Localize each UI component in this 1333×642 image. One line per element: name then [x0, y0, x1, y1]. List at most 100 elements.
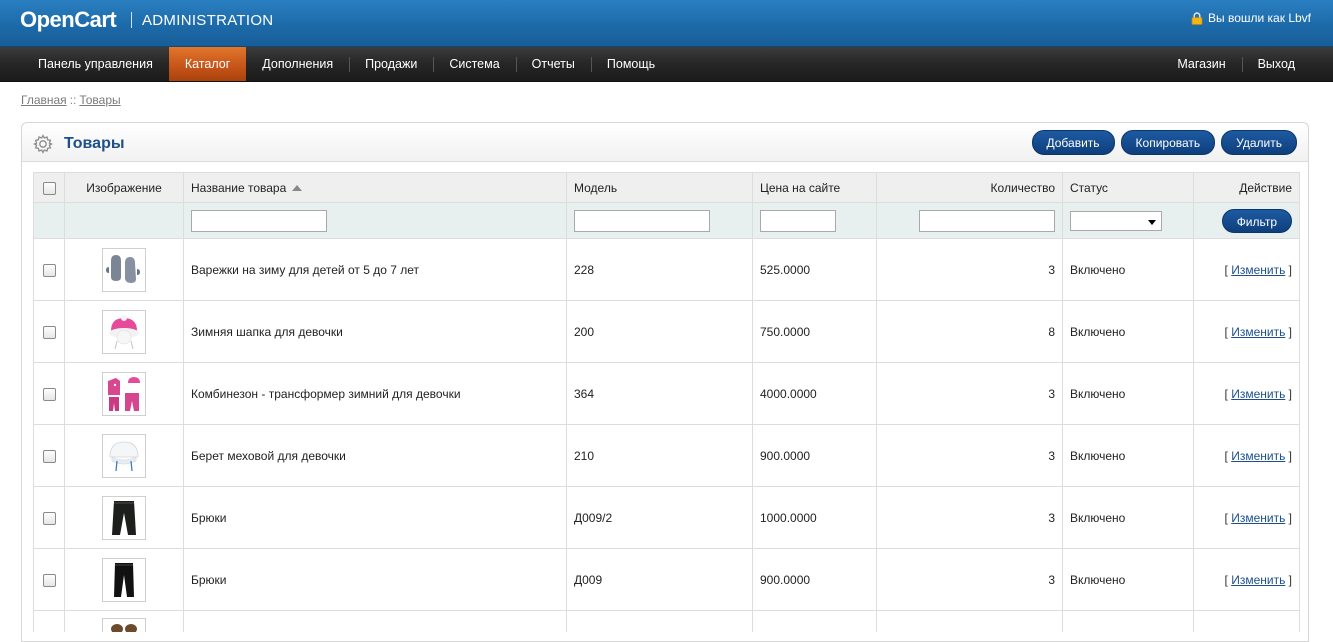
row-quantity: 3: [876, 548, 1063, 611]
boots-image: [111, 623, 137, 632]
product-thumbnail[interactable]: [102, 495, 146, 540]
header-quantity[interactable]: Количество: [876, 172, 1063, 203]
breadcrumb-separator: ::: [69, 93, 77, 107]
row-image-cell: [64, 548, 184, 611]
row-model: 200: [566, 300, 753, 363]
header-image: Изображение: [64, 172, 184, 203]
row-model: 228: [566, 238, 753, 301]
row-status: Включено: [1062, 486, 1194, 549]
row-action-cell: [ Изменить ]: [1193, 424, 1300, 487]
product-thumbnail[interactable]: [102, 433, 146, 478]
row-model: 210: [566, 424, 753, 487]
menu-dashboard[interactable]: Панель управления: [22, 47, 169, 81]
row-select-cell: [33, 548, 65, 611]
filter-price-input[interactable]: [760, 209, 836, 232]
login-text: Вы вошли как Lbvf: [1208, 11, 1311, 25]
row-image-cell: [64, 300, 184, 363]
row-action-cell: [ Изменить ]: [1193, 548, 1300, 611]
filter-status-cell: [1062, 202, 1194, 239]
product-thumbnail[interactable]: [102, 557, 146, 602]
menu-system[interactable]: Система: [433, 47, 515, 81]
header-name-label[interactable]: Название товара: [191, 181, 286, 195]
row-model: Д009/2: [566, 486, 753, 549]
box-heading: Товары Добавить Копировать Удалить: [22, 123, 1308, 162]
add-button[interactable]: Добавить: [1031, 130, 1115, 155]
table-row: Брюки Д009/2 1000.0000 3 Включено [ Изме…: [33, 486, 1300, 549]
row-select-cell: [33, 238, 65, 301]
row-quantity: 3: [876, 424, 1063, 487]
row-checkbox[interactable]: [42, 325, 56, 339]
table-header-row: Изображение Название товара Модель Цена …: [33, 172, 1300, 203]
products-table: Изображение Название товара Модель Цена …: [33, 172, 1300, 632]
filter-model-input[interactable]: [574, 209, 710, 232]
product-thumbnail[interactable]: [102, 371, 146, 416]
breadcrumb-home[interactable]: Главная: [21, 93, 67, 107]
product-thumbnail[interactable]: [102, 309, 146, 354]
edit-link[interactable]: Изменить: [1231, 449, 1285, 463]
menu-logout[interactable]: Выход: [1241, 47, 1311, 81]
row-select-cell: [33, 424, 65, 487]
menu-reports[interactable]: Отчеты: [515, 47, 591, 81]
row-checkbox[interactable]: [42, 511, 56, 525]
filter-status-select[interactable]: [1070, 210, 1162, 231]
filter-empty-cell: [64, 202, 184, 239]
header-select-all-cell: [33, 172, 65, 203]
menu-catalog[interactable]: Каталог: [168, 47, 247, 81]
white-beret-image: [109, 441, 139, 471]
row-quantity: 3: [876, 486, 1063, 549]
row-price: 4000.0000: [752, 362, 877, 425]
header-model[interactable]: Модель: [566, 172, 753, 203]
row-quantity: 3: [876, 362, 1063, 425]
header-status[interactable]: Статус: [1062, 172, 1194, 203]
edit-link[interactable]: Изменить: [1231, 511, 1285, 525]
edit-link[interactable]: Изменить: [1231, 325, 1285, 339]
row-price: 1000.0000: [752, 486, 877, 549]
edit-link[interactable]: Изменить: [1231, 573, 1285, 587]
row-image-cell: [64, 362, 184, 425]
filter-row: Фильтр: [33, 202, 1300, 239]
pink-suit-image: [108, 376, 140, 411]
row-select-cell: [33, 362, 65, 425]
page-title: Товары: [64, 135, 125, 152]
row-status: Включено: [1062, 238, 1194, 301]
filter-quantity-cell: [876, 202, 1063, 239]
select-all-checkbox[interactable]: [42, 181, 56, 195]
login-status: Вы вошли как Lbvf: [1191, 11, 1311, 25]
filter-button[interactable]: Фильтр: [1221, 208, 1292, 233]
sort-asc-icon: [292, 185, 303, 192]
header-action: Действие: [1193, 172, 1300, 203]
breadcrumb-products[interactable]: Товары: [79, 93, 120, 107]
gear-icon: [33, 134, 53, 154]
row-price: 900.0000: [752, 424, 877, 487]
edit-link[interactable]: Изменить: [1231, 263, 1285, 277]
opencart-logo[interactable]: OpenCart: [20, 7, 117, 33]
row-name: Брюки: [183, 548, 567, 611]
row-model: Д009: [566, 548, 753, 611]
edit-link[interactable]: Изменить: [1231, 387, 1285, 401]
header-name[interactable]: Название товара: [183, 172, 567, 203]
header-price[interactable]: Цена на сайте: [752, 172, 877, 203]
menu-extensions[interactable]: Дополнения: [246, 47, 349, 81]
row-action-cell: [ Изменить ]: [1193, 300, 1300, 363]
menu-store[interactable]: Магазин: [1161, 47, 1241, 81]
pants-image: [112, 500, 136, 535]
menu-help[interactable]: Помощь: [590, 47, 671, 81]
menu-sales[interactable]: Продажи: [349, 47, 433, 81]
row-checkbox[interactable]: [42, 387, 56, 401]
filter-name-input[interactable]: [191, 209, 327, 232]
row-status: Включено: [1062, 362, 1194, 425]
row-status: Включено: [1062, 548, 1194, 611]
delete-button[interactable]: Удалить: [1221, 130, 1297, 155]
product-thumbnail[interactable]: [102, 617, 146, 632]
row-image-cell: [64, 486, 184, 549]
main-menu: Панель управления Каталог Дополнения Про…: [0, 47, 1333, 82]
product-thumbnail[interactable]: [102, 247, 146, 292]
filter-model-cell: [566, 202, 753, 239]
row-checkbox[interactable]: [42, 573, 56, 587]
filter-empty-cell: [33, 202, 65, 239]
row-checkbox[interactable]: [42, 263, 56, 277]
row-status: Включено: [1062, 424, 1194, 487]
row-checkbox[interactable]: [42, 449, 56, 463]
copy-button[interactable]: Копировать: [1120, 130, 1216, 155]
filter-quantity-input[interactable]: [919, 209, 1055, 232]
